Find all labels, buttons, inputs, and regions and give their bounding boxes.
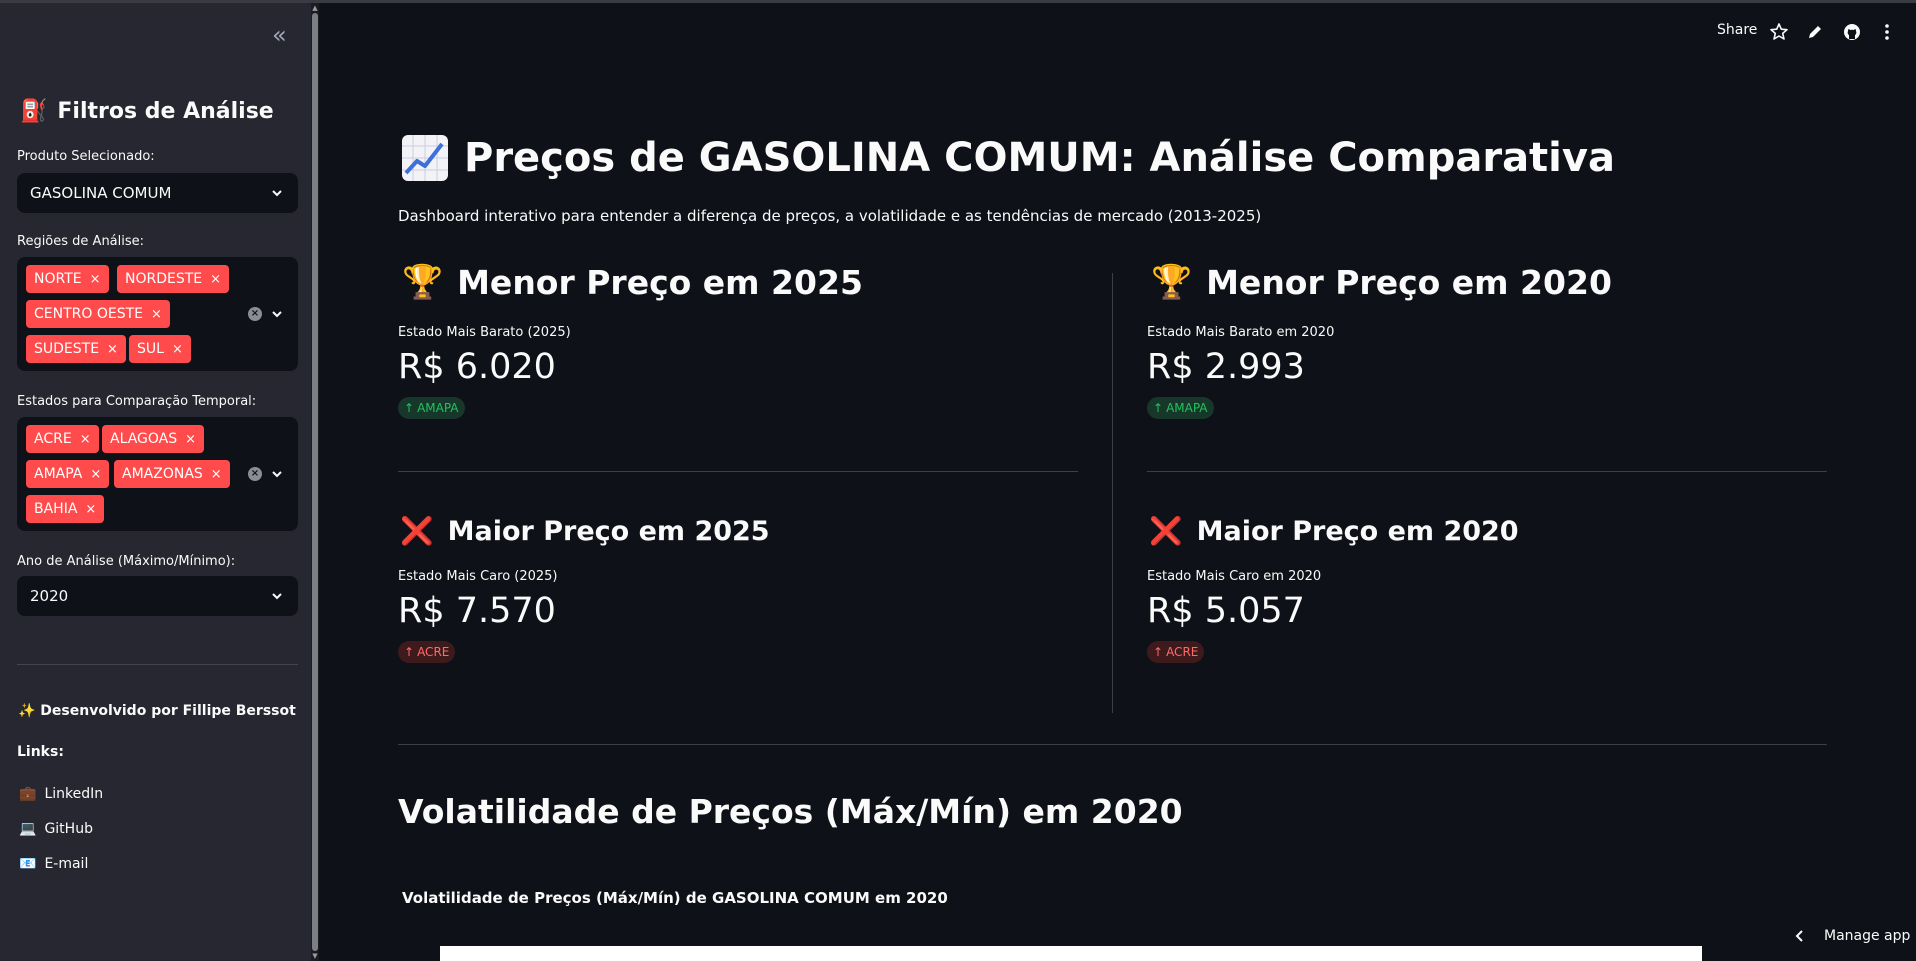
collapse-sidebar-icon[interactable]: « bbox=[272, 21, 287, 49]
cross-mark-icon: ❌ bbox=[1149, 516, 1183, 547]
regions-multiselect[interactable]: NORTE × NORDESTE × CENTRO OESTE × SUDESTE × … bbox=[17, 257, 298, 371]
state-tag[interactable]: BAHIA × bbox=[26, 495, 105, 523]
region-tag[interactable]: NORTE × bbox=[26, 265, 109, 293]
state-tag[interactable]: ALAGOAS × bbox=[102, 425, 205, 453]
trophy-icon: 🏆 bbox=[1151, 262, 1193, 301]
max-price-2020-heading: ❌ Maior Preço em 2020 bbox=[1149, 515, 1519, 548]
star-icon[interactable] bbox=[1769, 22, 1789, 42]
max-price-2025-heading: ❌ Maior Preço em 2025 bbox=[400, 515, 770, 548]
chart-title: Volatilidade de Preços (Máx/Mín) de GASO… bbox=[402, 889, 948, 907]
chevron-left-icon bbox=[1795, 930, 1803, 942]
sidebar-title: ⛽ Filtros de Análise bbox=[20, 99, 274, 124]
region-tag[interactable]: SUDESTE × bbox=[26, 335, 126, 363]
volatility-heading: Volatilidade de Preços (Máx/Mín) em 2020 bbox=[398, 792, 1183, 831]
chevron-down-icon bbox=[272, 311, 282, 318]
remove-tag-icon[interactable]: × bbox=[85, 502, 96, 517]
github-link[interactable]: 💻 GitHub bbox=[19, 821, 93, 837]
chevron-down-icon bbox=[272, 593, 282, 600]
state-tag[interactable]: AMAPA × bbox=[26, 460, 110, 488]
min-price-2025-heading: 🏆 Menor Preço em 2025 bbox=[402, 262, 863, 302]
remove-tag-icon[interactable]: × bbox=[90, 467, 101, 482]
github-icon[interactable] bbox=[1842, 22, 1862, 42]
remove-tag-icon[interactable]: × bbox=[107, 342, 118, 357]
chart-increasing-icon bbox=[402, 135, 448, 181]
sidebar-scrollbar[interactable]: ▲ ▼ bbox=[311, 3, 319, 961]
metric-value: R$ 7.570 bbox=[398, 591, 556, 631]
chevron-down-icon bbox=[272, 190, 282, 197]
email-icon: 📧 bbox=[19, 856, 37, 872]
scrollbar-thumb[interactable] bbox=[312, 13, 318, 951]
product-select[interactable]: GASOLINA COMUM bbox=[17, 173, 298, 213]
pencil-icon[interactable] bbox=[1805, 22, 1825, 42]
arrow-up-icon: ↑ bbox=[1153, 401, 1164, 415]
clear-all-icon[interactable]: × bbox=[248, 467, 262, 481]
arrow-up-icon: ↑ bbox=[404, 401, 415, 415]
briefcase-icon: 💼 bbox=[19, 786, 37, 802]
remove-tag-icon[interactable]: × bbox=[185, 432, 196, 447]
metric-value: R$ 2.993 bbox=[1147, 347, 1305, 387]
chart-canvas[interactable] bbox=[440, 946, 1702, 961]
region-tag[interactable]: SUL × bbox=[129, 335, 191, 363]
metric-value: R$ 5.057 bbox=[1147, 591, 1305, 631]
clear-all-icon[interactable]: × bbox=[248, 307, 262, 321]
metric-delta: ↑ ACRE bbox=[398, 641, 456, 663]
arrow-up-icon: ↑ bbox=[404, 645, 415, 659]
metric-delta: ↑ AMAPA bbox=[398, 397, 465, 419]
card-divider bbox=[1147, 471, 1827, 472]
remove-tag-icon[interactable]: × bbox=[211, 467, 222, 482]
sidebar: « ⛽ Filtros de Análise Produto Seleciona… bbox=[0, 3, 312, 961]
min-price-2020-heading: 🏆 Menor Preço em 2020 bbox=[1151, 262, 1612, 302]
chevron-down-icon bbox=[272, 471, 282, 478]
region-tag[interactable]: CENTRO OESTE × bbox=[26, 300, 170, 328]
metric-delta: ↑ ACRE bbox=[1147, 641, 1205, 663]
manage-app-button[interactable]: Manage app bbox=[1794, 928, 1910, 944]
fuel-pump-icon: ⛽ bbox=[20, 99, 48, 124]
metric-label: Estado Mais Caro em 2020 bbox=[1147, 569, 1322, 584]
year-label: Ano de Análise (Máximo/Mínimo): bbox=[17, 554, 236, 569]
more-vertical-icon[interactable] bbox=[1877, 22, 1897, 42]
product-label: Produto Selecionado: bbox=[17, 149, 155, 164]
metric-label: Estado Mais Barato (2025) bbox=[398, 325, 571, 340]
arrow-up-icon: ↑ bbox=[1153, 645, 1164, 659]
state-tag[interactable]: ACRE × bbox=[26, 425, 99, 453]
developer-credit: ✨ Desenvolvido por Fillipe Berssot bbox=[18, 703, 296, 719]
section-divider bbox=[398, 744, 1827, 745]
region-tag[interactable]: NORDESTE × bbox=[117, 265, 230, 293]
scroll-down-icon[interactable]: ▼ bbox=[311, 952, 319, 960]
remove-tag-icon[interactable]: × bbox=[80, 432, 91, 447]
sidebar-divider bbox=[17, 664, 298, 665]
remove-tag-icon[interactable]: × bbox=[210, 272, 221, 287]
remove-tag-icon[interactable]: × bbox=[90, 272, 101, 287]
page-title: Preços de GASOLINA COMUM: Análise Compar… bbox=[402, 135, 1615, 181]
page-subtitle: Dashboard interativo para entender a dif… bbox=[398, 207, 1262, 225]
trophy-icon: 🏆 bbox=[402, 262, 444, 301]
laptop-icon: 💻 bbox=[19, 821, 37, 837]
links-label: Links: bbox=[17, 744, 64, 760]
card-divider bbox=[398, 471, 1078, 472]
cross-mark-icon: ❌ bbox=[400, 516, 434, 547]
regions-label: Regiões de Análise: bbox=[17, 234, 145, 249]
state-tag[interactable]: AMAZONAS × bbox=[114, 460, 230, 488]
metric-delta: ↑ AMAPA bbox=[1147, 397, 1214, 419]
metric-label: Estado Mais Caro (2025) bbox=[398, 569, 558, 584]
email-link[interactable]: 📧 E-mail bbox=[19, 856, 88, 872]
remove-tag-icon[interactable]: × bbox=[172, 342, 183, 357]
scroll-up-icon[interactable]: ▲ bbox=[311, 4, 319, 12]
year-select[interactable]: 2020 bbox=[17, 576, 298, 616]
metric-label: Estado Mais Barato em 2020 bbox=[1147, 325, 1335, 340]
share-button[interactable]: Share bbox=[1717, 22, 1757, 38]
states-multiselect[interactable]: ACRE × ALAGOAS × AMAPA × AMAZONAS × BAHIA × × bbox=[17, 417, 298, 531]
states-label: Estados para Comparação Temporal: bbox=[17, 394, 257, 409]
column-divider bbox=[1112, 273, 1113, 713]
remove-tag-icon[interactable]: × bbox=[151, 307, 162, 322]
metric-value: R$ 6.020 bbox=[398, 347, 556, 387]
linkedin-link[interactable]: 💼 LinkedIn bbox=[19, 786, 103, 802]
